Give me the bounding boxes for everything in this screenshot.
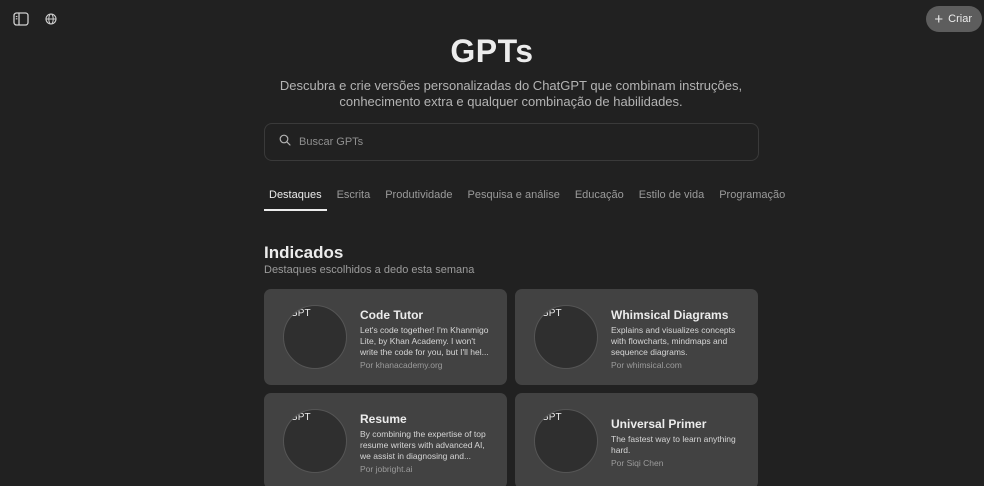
tab-destaques[interactable]: Destaques	[264, 189, 327, 211]
tab-estilo-de-vida[interactable]: Estilo de vida	[634, 189, 709, 211]
gpt-author: Por Siqi Chen	[611, 458, 664, 468]
plus-icon: +	[934, 10, 944, 28]
description-line: with flowcharts, mindmaps and	[611, 336, 728, 346]
gpt-description: Explains and visualizes concepts with fl…	[611, 325, 751, 358]
tab-produtividade[interactable]: Produtividade	[380, 189, 457, 211]
description-line: write the code for you, but I'll hel...	[360, 347, 489, 357]
globe-icon[interactable]	[43, 11, 59, 27]
page-title: GPTs	[450, 33, 534, 69]
search-box[interactable]	[264, 123, 759, 161]
avatar-label: GPT	[290, 412, 311, 423]
section-subtitle: Destaques escolhidos a dedo esta semana	[264, 264, 475, 276]
gpt-avatar: GPT	[283, 305, 347, 369]
top-left-toolbar	[13, 11, 59, 27]
avatar-label: GPT	[290, 308, 311, 319]
gpt-card-code-tutor[interactable]: GPT Code Tutor Let's code together! I'm …	[264, 289, 507, 385]
gpt-name: Code Tutor	[360, 308, 424, 322]
subtitle-line-1: Descubra e crie versões personalizadas d…	[279, 78, 743, 93]
description-line: hard.	[611, 445, 631, 455]
gpt-avatar: GPT	[534, 409, 598, 473]
gpt-card-universal-primer[interactable]: GPT Universal Primer The fastest way to …	[515, 393, 758, 486]
gpt-author: Por khanacademy.org	[360, 360, 443, 370]
gpt-author: Por whimsical.com	[611, 360, 682, 370]
description-line: we assist in diagnosing and...	[360, 451, 472, 461]
avatar-label: GPT	[541, 308, 562, 319]
gpt-avatar: GPT	[283, 409, 347, 473]
description-line: The fastest way to learn anything	[611, 434, 736, 444]
tab-pesquisa-e-analise[interactable]: Pesquisa e análise	[463, 189, 565, 211]
description-line: Let's code together! I'm Khanmigo	[360, 325, 489, 335]
gpt-description: The fastest way to learn anything hard.	[611, 434, 751, 456]
tab-educacao[interactable]: Educação	[570, 189, 629, 211]
gpt-name: Universal Primer	[611, 417, 707, 431]
page-subtitle: Descubra e crie versões personalizadas d…	[272, 78, 750, 110]
create-label: Criar	[948, 13, 972, 25]
sidebar-toggle-icon[interactable]	[13, 11, 29, 27]
section-title: Indicados	[264, 243, 344, 262]
description-line: sequence diagrams.	[611, 347, 688, 357]
description-line: resume writers with advanced AI,	[360, 440, 485, 450]
gpts-page: + Criar GPTs Descubra e crie versões per…	[0, 0, 984, 486]
subtitle-line-2: conhecimento extra e qualquer combinação…	[339, 94, 683, 109]
gpt-card-resume[interactable]: GPT Resume By combining the expertise of…	[264, 393, 507, 486]
gpt-avatar: GPT	[534, 305, 598, 369]
gpt-name: Resume	[360, 412, 407, 426]
gpt-description: Let's code together! I'm Khanmigo Lite, …	[360, 325, 500, 358]
tab-escrita[interactable]: Escrita	[332, 189, 376, 211]
avatar-label: GPT	[541, 412, 562, 423]
search-icon	[279, 133, 291, 151]
gpt-card-whimsical-diagrams[interactable]: GPT Whimsical Diagrams Explains and visu…	[515, 289, 758, 385]
gpt-author: Por jobright.ai	[360, 464, 413, 474]
gpt-description: By combining the expertise of top resume…	[360, 429, 500, 462]
category-tabs: Destaques Escrita Produtividade Pesquisa…	[264, 189, 795, 211]
tab-programacao[interactable]: Programação	[714, 189, 790, 211]
search-input[interactable]	[299, 136, 758, 148]
gpt-name: Whimsical Diagrams	[611, 308, 729, 322]
create-gpt-button[interactable]: + Criar	[926, 6, 982, 32]
description-line: Lite, by Khan Academy. I won't	[360, 336, 476, 346]
description-line: Explains and visualizes concepts	[611, 325, 736, 335]
description-line: By combining the expertise of top	[360, 429, 486, 439]
